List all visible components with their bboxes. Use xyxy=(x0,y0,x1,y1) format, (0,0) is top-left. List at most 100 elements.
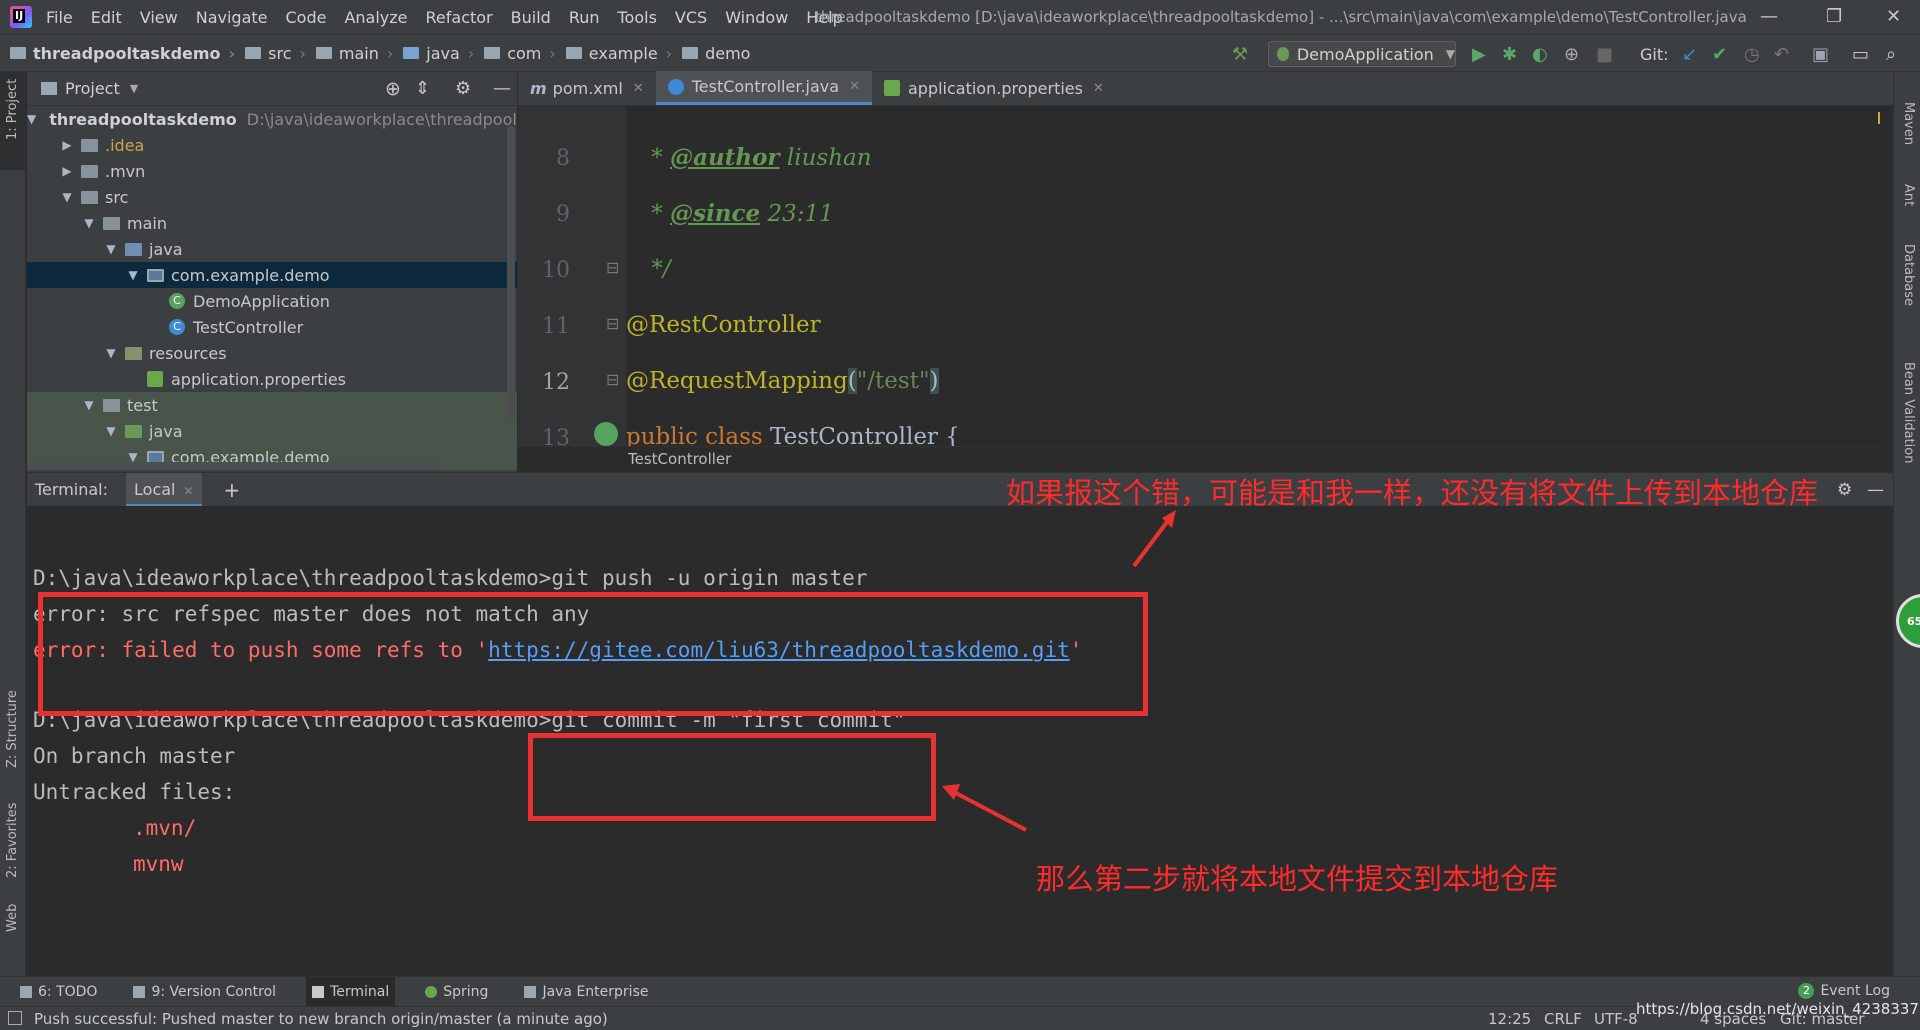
tool-maven-tab[interactable]: Maven xyxy=(1901,102,1916,145)
menu-file[interactable]: File xyxy=(46,8,73,27)
expanded-arrow-icon[interactable]: ▼ xyxy=(125,268,141,282)
tree-item-idea[interactable]: ▶ .idea xyxy=(27,132,517,158)
restore-icon[interactable]: ❐ xyxy=(1826,6,1842,27)
tree-item-test-controller[interactable]: C TestController xyxy=(27,314,517,340)
locate-icon[interactable]: ⊕ xyxy=(385,78,401,100)
breadcrumb-java[interactable]: java › xyxy=(403,44,474,63)
menu-code[interactable]: Code xyxy=(286,8,327,27)
search-icon[interactable]: ⌕ xyxy=(1886,44,1896,65)
menu-navigate[interactable]: Navigate xyxy=(196,8,268,27)
tool-bean-validation-tab[interactable]: Bean Validation xyxy=(1901,362,1916,463)
fold-icon[interactable]: ⊟ xyxy=(606,258,619,277)
expanded-arrow-icon[interactable]: ▼ xyxy=(103,424,119,438)
git-history-icon[interactable]: ◷ xyxy=(1744,44,1760,65)
expanded-arrow-icon[interactable]: ▼ xyxy=(59,190,75,204)
tool-tab-version-control[interactable]: 9: Version Control xyxy=(127,977,282,1007)
breadcrumb-src[interactable]: src › xyxy=(245,44,306,63)
expanded-arrow-icon[interactable]: ▼ xyxy=(103,242,119,256)
warning-marker-icon[interactable] xyxy=(1878,112,1880,124)
tool-ant-tab[interactable]: Ant xyxy=(1901,184,1916,206)
menu-edit[interactable]: Edit xyxy=(91,8,122,27)
tree-item-package[interactable]: ▼ com.example.demo xyxy=(27,262,517,288)
breadcrumb-project[interactable]: threadpooltaskdemo › xyxy=(10,44,235,63)
event-log-button[interactable]: 2 Event Log xyxy=(1798,983,1890,999)
layout-icon[interactable]: ▭ xyxy=(1852,44,1869,65)
tree-item-src[interactable]: ▼ src xyxy=(27,184,517,210)
tree-item-demo-application[interactable]: C DemoApplication xyxy=(27,288,517,314)
status-message[interactable]: Push successful: Pushed master to new br… xyxy=(34,1010,608,1028)
spring-bean-gutter-icon[interactable] xyxy=(594,422,618,446)
project-structure-icon[interactable]: ▣ xyxy=(1812,44,1829,65)
gear-icon[interactable]: ⚙ xyxy=(455,78,471,99)
new-session-icon[interactable]: + xyxy=(224,478,241,502)
expanded-arrow-icon[interactable]: ▼ xyxy=(27,112,36,126)
tool-tab-terminal[interactable]: Terminal xyxy=(306,976,396,1007)
build-hammer-icon[interactable]: ⚒ xyxy=(1232,44,1248,65)
tree-item-test[interactable]: ▼ test xyxy=(27,392,517,418)
hide-panel-icon[interactable]: — xyxy=(493,78,511,99)
profile-icon[interactable]: ⊕ xyxy=(1564,44,1579,65)
expanded-arrow-icon[interactable]: ▼ xyxy=(103,346,119,360)
menu-build[interactable]: Build xyxy=(511,8,551,27)
run-configuration-select[interactable]: DemoApplication ▼ xyxy=(1268,41,1456,67)
tool-web-tab[interactable]: Web xyxy=(5,904,20,932)
tree-item-mvn[interactable]: ▶ .mvn xyxy=(27,158,517,184)
tree-scrollbar[interactable] xyxy=(507,126,515,422)
menu-analyze[interactable]: Analyze xyxy=(344,8,407,27)
breadcrumb-demo[interactable]: demo xyxy=(682,44,750,63)
menu-run[interactable]: Run xyxy=(569,8,600,27)
tool-structure-tab[interactable]: Z: Structure xyxy=(5,690,20,768)
collapsed-arrow-icon[interactable]: ▶ xyxy=(59,138,75,152)
collapse-all-icon[interactable]: ⇕ xyxy=(415,78,430,99)
tool-database-tab[interactable]: Database xyxy=(1901,244,1916,306)
git-rollback-icon[interactable]: ↶ xyxy=(1774,44,1789,65)
menu-view[interactable]: View xyxy=(140,8,178,27)
collapsed-arrow-icon[interactable]: ▶ xyxy=(59,164,75,178)
terminal-tab-local[interactable]: Local ✕ xyxy=(126,472,202,507)
toggle-tool-windows-icon[interactable] xyxy=(8,1011,22,1025)
tool-tab-spring[interactable]: Spring xyxy=(419,977,494,1007)
tree-item-resources[interactable]: ▼ resources xyxy=(27,340,517,366)
close-tab-icon[interactable]: ✕ xyxy=(183,484,193,498)
debug-icon[interactable]: ✱ xyxy=(1502,44,1517,65)
minimize-icon[interactable]: — xyxy=(1760,6,1778,27)
run-icon[interactable]: ▶ xyxy=(1472,44,1486,65)
git-commit-icon[interactable]: ✔ xyxy=(1712,44,1727,65)
tree-item-root[interactable]: ▼ threadpooltaskdemo D:\java\ideaworkplace… xyxy=(27,106,517,132)
tree-item-application-properties[interactable]: application.properties xyxy=(27,366,517,392)
gear-icon[interactable]: ⚙ xyxy=(1837,480,1852,500)
tree-item-main[interactable]: ▼ main xyxy=(27,210,517,236)
expanded-arrow-icon[interactable]: ▼ xyxy=(81,216,97,230)
tree-item-java[interactable]: ▼ java xyxy=(27,236,517,262)
tool-tab-todo[interactable]: 6: TODO xyxy=(14,977,103,1007)
terminal-output[interactable]: D:\java\ideaworkplace\threadpooltaskdemo… xyxy=(27,506,1877,976)
breadcrumb-example[interactable]: example › xyxy=(565,44,672,63)
line-separator[interactable]: CRLF xyxy=(1544,1010,1582,1028)
editor-breadcrumb[interactable]: TestController xyxy=(518,446,1880,472)
git-update-icon[interactable]: ↙ xyxy=(1682,44,1697,65)
tool-favorites-tab[interactable]: 2: Favorites xyxy=(5,802,20,878)
tree-item-test-java[interactable]: ▼ java xyxy=(27,418,517,444)
file-encoding[interactable]: UTF-8 xyxy=(1594,1010,1638,1028)
close-tab-icon[interactable]: ✕ xyxy=(1093,81,1104,96)
tree-hscrollbar[interactable] xyxy=(27,462,442,470)
caret-position[interactable]: 12:25 xyxy=(1488,1010,1531,1028)
hide-panel-icon[interactable]: — xyxy=(1867,480,1884,500)
breadcrumb-main[interactable]: main › xyxy=(315,44,393,63)
fold-icon[interactable]: ⊟ xyxy=(606,314,619,333)
project-view-selector[interactable]: Project xyxy=(65,79,120,98)
menu-refactor[interactable]: Refactor xyxy=(426,8,493,27)
menu-window[interactable]: Window xyxy=(725,8,788,27)
tool-project-tab[interactable]: 1: Project xyxy=(5,79,20,140)
tab-test-controller[interactable]: TestController.java ✕ xyxy=(655,71,872,105)
tool-tab-java-enterprise[interactable]: Java Enterprise xyxy=(518,977,654,1007)
breadcrumb-com[interactable]: com › xyxy=(484,44,556,63)
menu-tools[interactable]: Tools xyxy=(618,8,657,27)
chevron-down-icon[interactable]: ▼ xyxy=(130,82,138,95)
close-icon[interactable]: ✕ xyxy=(1886,6,1901,27)
tab-pom-xml[interactable]: m pom.xml ✕ xyxy=(518,71,656,105)
code-editor[interactable]: * @author liushan * @since 23:11 */ @Res… xyxy=(626,106,1880,446)
tab-application-properties[interactable]: application.properties ✕ xyxy=(872,71,1116,105)
menu-vcs[interactable]: VCS xyxy=(675,8,707,27)
coverage-icon[interactable]: ◐ xyxy=(1532,44,1548,65)
